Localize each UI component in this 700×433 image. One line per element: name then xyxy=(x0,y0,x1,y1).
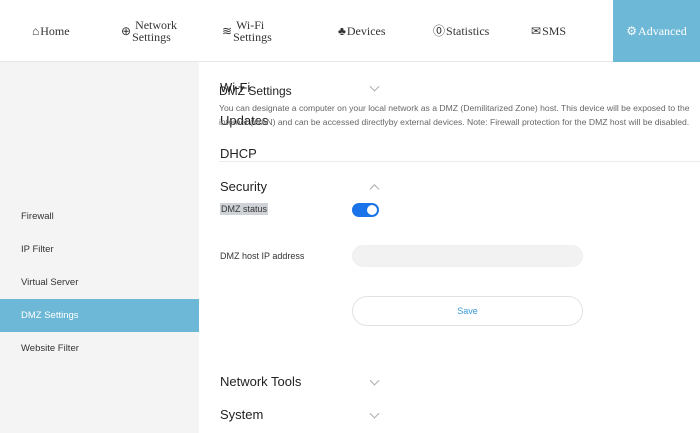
home-icon: ⌂ xyxy=(32,24,40,38)
nav-devices-label: Devices xyxy=(346,23,386,38)
sidebar-item-ip-filter[interactable]: IP Filter xyxy=(0,233,199,266)
nav-advanced-label: Advanced xyxy=(638,23,687,38)
sidebar: Wi-Fi Updates DHCP Security Firewall IP … xyxy=(0,62,380,433)
sidebar-item-firewall[interactable]: Firewall xyxy=(0,200,199,233)
save-button[interactable]: Save xyxy=(352,296,583,326)
nav-network-label-line2: Settings xyxy=(132,30,171,44)
dmz-host-ip-input[interactable] xyxy=(352,245,583,267)
gear-icon: ⚙ xyxy=(626,24,638,38)
page-title: DMZ Settings xyxy=(219,84,292,98)
dmz-status-label: DMZ status xyxy=(220,203,269,215)
page-description: You can designate a computer on your loc… xyxy=(219,103,690,127)
wifi-icon: ≋ xyxy=(222,24,233,38)
toggle-knob xyxy=(367,205,377,215)
statistics-icon: ⓪ xyxy=(433,24,446,38)
sidebar-item-label: Website Filter xyxy=(21,343,79,354)
nav-network-settings[interactable]: ⊕ Network Settings xyxy=(121,0,177,62)
nav-devices[interactable]: ♣ Devices xyxy=(338,0,386,62)
dmz-status-toggle[interactable] xyxy=(352,203,379,217)
sidebar-item-virtual-server[interactable]: Virtual Server xyxy=(0,266,199,299)
top-navigation: ⌂ Home ⊕ Network Settings ≋ Wi-Fi Settin… xyxy=(0,0,700,62)
nav-statistics-label: Statistics xyxy=(446,23,490,38)
main-content: DMZ Settings You can designate a compute… xyxy=(199,62,700,433)
sidebar-item-label: Firewall xyxy=(21,211,54,222)
envelope-icon: ✉ xyxy=(531,24,542,38)
divider xyxy=(219,161,700,162)
sidebar-item-label: IP Filter xyxy=(21,244,54,255)
nav-sms[interactable]: ✉ SMS xyxy=(531,0,566,62)
nav-home[interactable]: ⌂ Home xyxy=(32,0,70,62)
sidebar-item-label: Virtual Server xyxy=(21,277,79,288)
nav-statistics[interactable]: ⓪ Statistics xyxy=(433,0,489,62)
dmz-host-ip-label: DMZ host IP address xyxy=(220,251,305,261)
sidebar-item-website-filter[interactable]: Website Filter xyxy=(0,332,199,365)
sidebar-item-dmz-settings[interactable]: DMZ Settings xyxy=(0,299,199,332)
nav-home-label: Home xyxy=(40,23,70,38)
nav-wifi-label-line2: Settings xyxy=(233,30,272,44)
nav-wifi-settings[interactable]: ≋ Wi-Fi Settings xyxy=(222,0,272,62)
globe-icon: ⊕ xyxy=(121,24,132,38)
sidebar-item-label: DMZ Settings xyxy=(21,310,79,321)
devices-icon: ♣ xyxy=(338,24,346,38)
nav-advanced[interactable]: ⚙ Advanced xyxy=(613,0,700,62)
nav-sms-label: SMS xyxy=(542,23,567,38)
